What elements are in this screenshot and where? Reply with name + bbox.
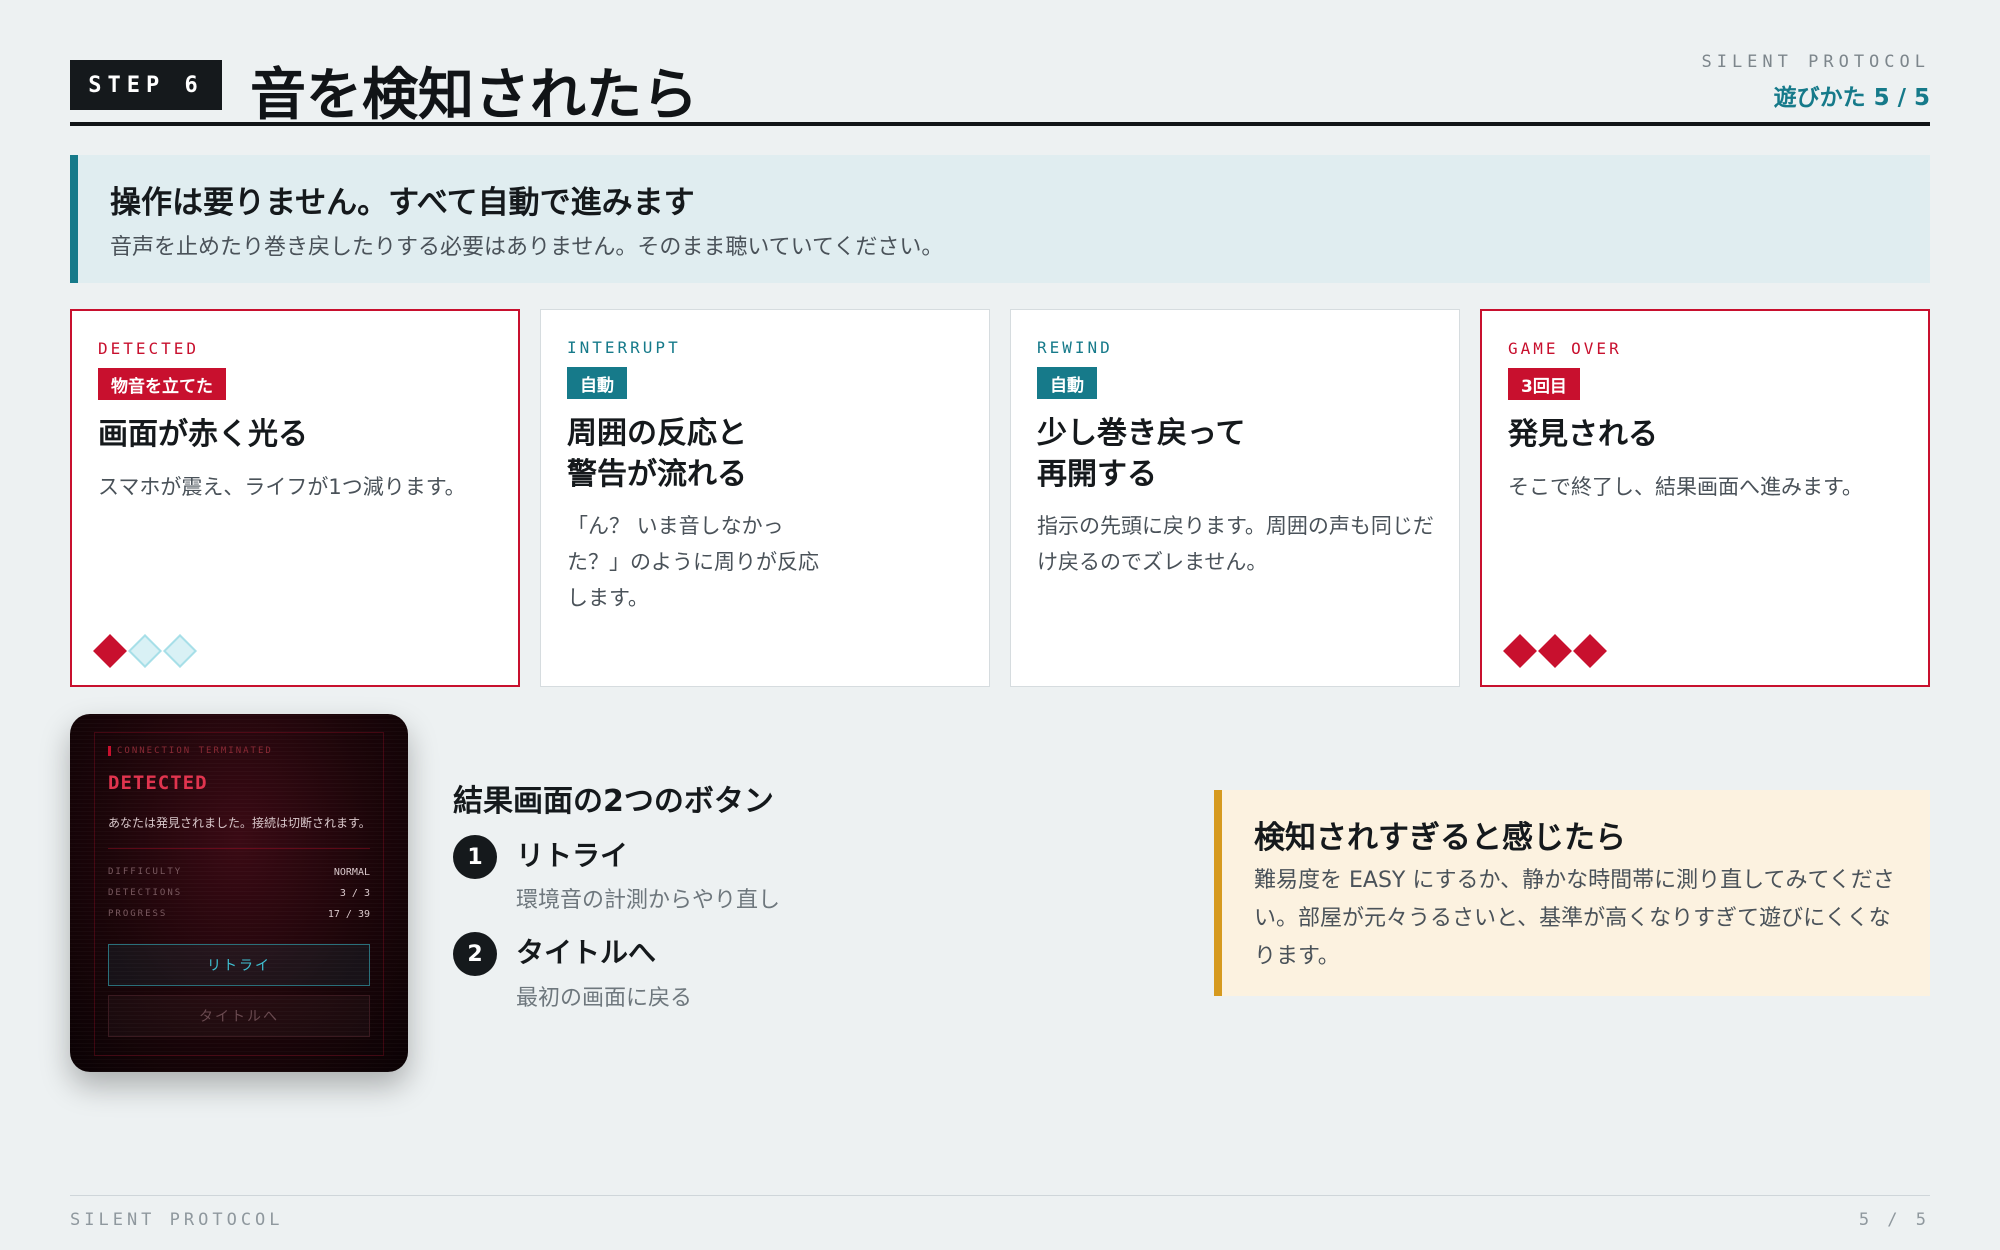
option-label-title: タイトルへ <box>516 936 657 969</box>
card-code: INTERRUPT <box>567 338 681 357</box>
banner-text: 音声を止めたり巻き戻したりする必要はありません。そのまま聴いていてください。 <box>110 235 944 260</box>
life-diamond-remaining <box>163 634 197 668</box>
detected-heading: DETECTED <box>108 772 208 794</box>
card-title-line: 発見される <box>1508 417 1658 452</box>
card-code: REWIND <box>1037 338 1113 357</box>
mockup-retry-button: リトライ <box>108 944 370 986</box>
brand-label: SILENT PROTOCOL <box>1701 52 1930 72</box>
stat-value: 17 / 39 <box>327 909 370 920</box>
card-desc: 指示の先頭に戻ります。周囲の声も同じだけ戻るのでズレません。 <box>1037 514 1434 574</box>
tip-title: 検知されすぎると感じたら <box>1254 820 1626 856</box>
stat-label: DIFFICULTY <box>108 867 183 877</box>
card-title-line: 周囲の反応と <box>567 416 747 451</box>
banner-title: 操作は要りません。すべて自動で進みます <box>110 185 695 221</box>
card-rewind: REWIND 自動 少し巻き戻って 再開する 指示の先頭に戻ります。周囲の声も同… <box>1010 309 1460 687</box>
life-diamond-remaining <box>128 634 162 668</box>
card-desc: 「ん？ いま音しなかった？」のように周りが反応します。 <box>567 514 819 610</box>
howto-page-indicator: 遊びかた 5 / 5 <box>1773 85 1930 111</box>
step-badge: STEP 6 <box>70 60 222 110</box>
footer-page-number: 5 / 5 <box>1858 1210 1930 1230</box>
option-desc: 環境音の計測からやり直し <box>516 888 781 913</box>
stat-label: DETECTIONS <box>108 888 183 898</box>
results-section-title: 結果画面の2つのボタン <box>453 784 774 819</box>
stat-value: 3 / 3 <box>339 888 370 899</box>
card-title-line: 画面が赤く光る <box>98 417 308 452</box>
card-title: 周囲の反応と 警告が流れる <box>567 413 747 495</box>
card-title-line: 警告が流れる <box>567 457 747 492</box>
tip-box: 検知されすぎると感じたら 難易度を EASY にするか、静かな時間帯に測り直して… <box>1214 790 1930 996</box>
stat-label: PROGRESS <box>108 909 168 919</box>
stat-value: NORMAL <box>333 867 370 878</box>
life-diamond-lost <box>93 634 127 668</box>
card-desc: スマホが震え、ライフが1つ減ります。 <box>98 475 466 499</box>
detected-message: あなたは発見されました。接続は切断されます。 <box>108 816 371 830</box>
footer-brand: SILENT PROTOCOL <box>70 1210 284 1230</box>
card-title-line: 少し巻き戻って <box>1037 416 1246 451</box>
tip-text: 難易度を EASY にするか、静かな時間帯に測り直してみてください。部屋が元々う… <box>1254 868 1895 969</box>
card-desc: そこで終了し、結果画面へ進みます。 <box>1508 475 1863 499</box>
mockup-title-button: タイトルへ <box>108 995 370 1037</box>
footer-divider <box>70 1195 1930 1196</box>
connection-status: CONNECTION TERMINATED <box>108 746 273 756</box>
card-game-over: GAME OVER 3回目 発見される そこで終了し、結果画面へ進みます。 <box>1480 309 1930 687</box>
card-badge: 自動 <box>567 367 627 399</box>
option-desc: 最初の画面に戻る <box>516 986 693 1011</box>
card-code: DETECTED <box>98 339 200 358</box>
life-diamond-lost <box>1503 634 1537 668</box>
info-banner: 操作は要りません。すべて自動で進みます 音声を止めたり巻き戻したりする必要はあり… <box>70 155 1930 283</box>
card-badge: 物音を立てた <box>98 368 226 400</box>
card-title-line: 再開する <box>1037 457 1157 492</box>
card-detected: DETECTED 物音を立てた 画面が赤く光る スマホが震え、ライフが1つ減りま… <box>70 309 520 687</box>
page-header: STEP 6 音を検知されたら SILENT PROTOCOL 遊びかた 5 /… <box>70 52 1930 128</box>
life-diamond-lost <box>1538 634 1572 668</box>
card-code: GAME OVER <box>1508 339 1622 358</box>
option-label-retry: リトライ <box>516 839 629 872</box>
option-number: 2 <box>453 932 497 976</box>
result-screen-mockup: CONNECTION TERMINATED DETECTED あなたは発見されま… <box>70 714 408 1072</box>
page-title: 音を検知されたら <box>250 63 698 128</box>
card-interrupt: INTERRUPT 自動 周囲の反応と 警告が流れる 「ん？ いま音しなかった？… <box>540 309 990 687</box>
life-diamond-lost <box>1573 634 1607 668</box>
card-title: 発見される <box>1508 414 1658 455</box>
card-title: 画面が赤く光る <box>98 414 308 455</box>
card-badge: 3回目 <box>1508 368 1580 400</box>
option-number: 1 <box>453 835 497 879</box>
card-title: 少し巻き戻って 再開する <box>1037 413 1246 495</box>
divider <box>108 848 370 849</box>
card-badge: 自動 <box>1037 367 1097 399</box>
